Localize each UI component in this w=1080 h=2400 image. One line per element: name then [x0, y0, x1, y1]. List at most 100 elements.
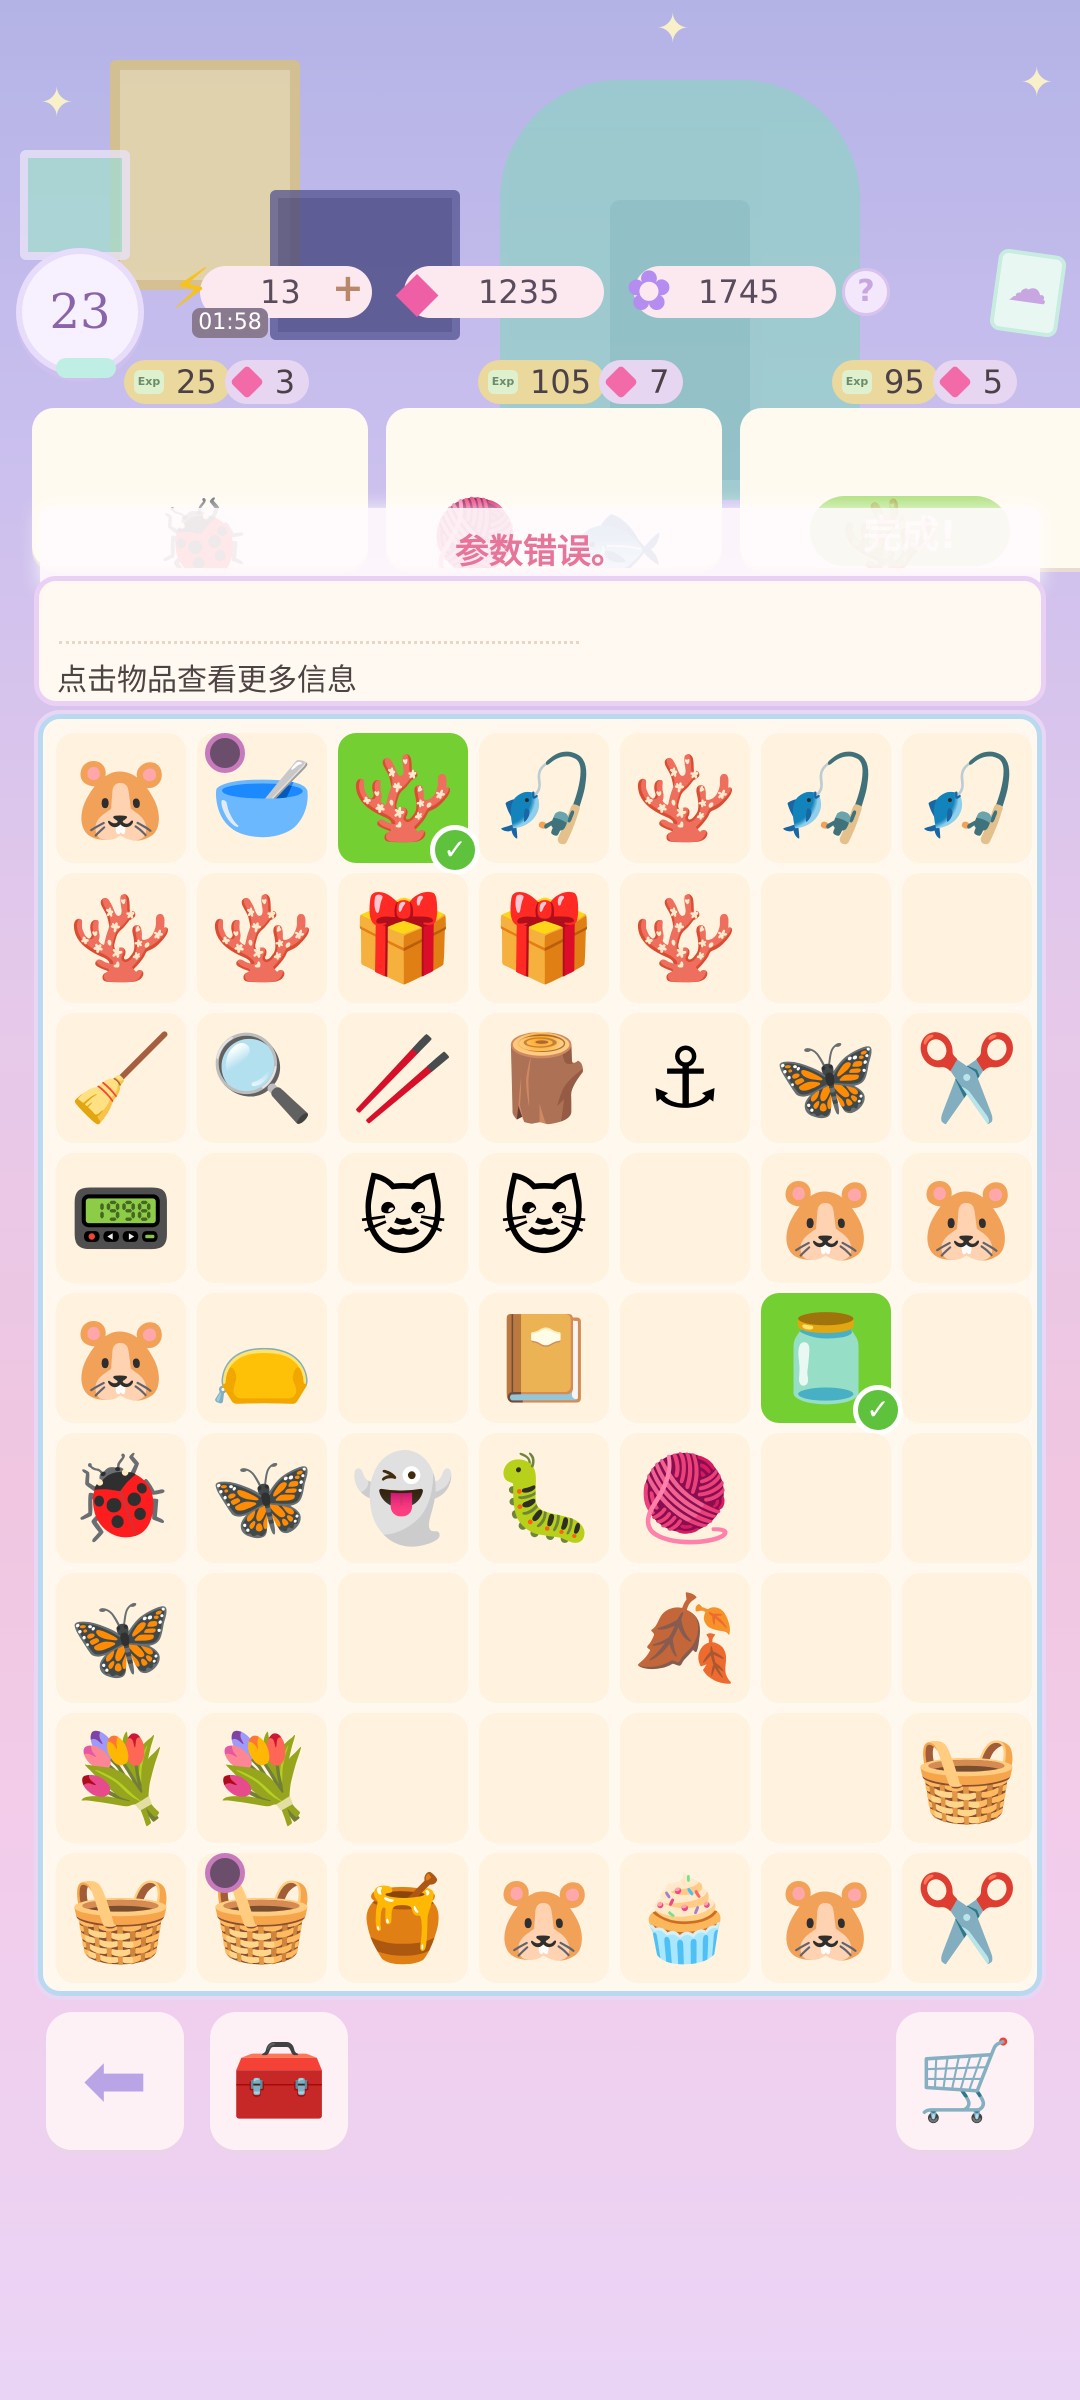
gift-box-icon: 🎁 [491, 888, 597, 987]
back-button[interactable]: ⬅ [46, 2012, 184, 2150]
rainbow-star-icon: ✿ [625, 258, 673, 324]
cat-item[interactable]: 🐱 [479, 1153, 609, 1283]
wood-stand-item[interactable]: 🪵 [479, 1013, 609, 1143]
gift-box-item[interactable]: 🎁 [479, 873, 609, 1003]
butterfly-icon: 🦋 [209, 1448, 315, 1547]
jellyfish-item[interactable]: 👻 [338, 1433, 468, 1563]
fishing-rod-icon: 🎣 [491, 748, 597, 847]
firefly-jar-item[interactable]: 🫙 ✓ [761, 1293, 903, 1435]
gem-value: 7 [649, 363, 670, 401]
hamster-baby-icon: 🐹 [914, 1168, 1020, 1267]
gift-box-item[interactable]: 🎁 [338, 873, 468, 1003]
back-arrow-icon: ⬅ [82, 2036, 148, 2126]
notebook-item[interactable]: 📔 [479, 1293, 609, 1423]
scissors-item[interactable]: ✂️ [902, 1013, 1032, 1143]
scissors-item[interactable]: ✂️ [902, 1853, 1032, 1983]
coral-item[interactable]: 🪸 [197, 873, 327, 1003]
bowl-item[interactable]: 🥣 [197, 733, 327, 863]
leaf-item[interactable]: 🍂 [620, 1573, 750, 1703]
tamagotchi-item[interactable]: 📟 [56, 1153, 186, 1283]
coral-icon: 🪸 [68, 888, 174, 987]
small-coral-item[interactable]: 🪸 [620, 733, 750, 863]
basket-icon: 🧺 [914, 1728, 1020, 1827]
anchor-icon: ⚓ [647, 1029, 723, 1127]
hamster-reading-item[interactable]: 🐹 [56, 1293, 186, 1423]
star-decoration: ✦ [656, 6, 690, 52]
butterfly-icon: 🦋 [68, 1588, 174, 1687]
fishing-rod-item[interactable]: 🎣 [902, 733, 1032, 863]
lock-badge-icon [205, 1853, 245, 1893]
hamster-baby-item[interactable]: 🐹 [902, 1153, 1032, 1283]
empty-cell [620, 1713, 750, 1843]
firefly-pouch-item[interactable]: 👝 [197, 1293, 327, 1423]
coral-item[interactable]: 🪸 [56, 873, 186, 1003]
small-coral-icon: 🪸 [632, 748, 738, 847]
empty-cell [338, 1573, 468, 1703]
fishing-rod-item[interactable]: 🎣 [761, 733, 891, 863]
toolbox-icon: 🧰 [230, 2035, 328, 2126]
honey-jar-item[interactable]: 🍯 [338, 1853, 468, 1983]
brush-item[interactable]: 🧹 [56, 1013, 186, 1143]
check-icon: ✓ [430, 825, 480, 875]
butterfly-item[interactable]: 🦋 [761, 1013, 891, 1143]
mixer-item[interactable]: 🧁 [620, 1853, 750, 1983]
exp-value: 95 [884, 363, 925, 401]
hamster-sleeping-item[interactable]: 🐹 [761, 1853, 891, 1983]
coral-reef-icon: 🪸 [632, 888, 738, 987]
coral-reef-item[interactable]: 🪸 [620, 873, 750, 1003]
empty-cell [197, 1573, 327, 1703]
order-2-rewards: Exp 105 7 [478, 360, 684, 404]
hamster-reading-item[interactable]: 🐹 [479, 1853, 609, 1983]
butterfly-icon: 🦋 [773, 1028, 879, 1127]
hamster-sleeping-item[interactable]: 🐹 [56, 733, 186, 863]
ladybug-icon: 🐞 [68, 1448, 174, 1547]
bouquet-item[interactable]: 💐 [56, 1713, 186, 1843]
exp-icon: Exp [488, 370, 518, 394]
exp-value: 105 [530, 363, 592, 401]
empty-cell [902, 873, 1032, 1003]
gem-icon: ◆ [395, 258, 439, 324]
gem-icon [229, 365, 264, 399]
empty-cell [902, 1573, 1032, 1703]
empty-cell [902, 1293, 1032, 1423]
cocoon-icon: 🐛 [491, 1448, 597, 1547]
gem-reward: 7 [599, 360, 684, 404]
star-decoration: ✦ [1020, 60, 1054, 106]
flower-basket-icon: 🧺 [68, 1868, 174, 1967]
level-badge[interactable]: 23 [16, 248, 144, 378]
magnifier-item[interactable]: 🔍 [197, 1013, 327, 1143]
inventory-button[interactable]: 🧰 [210, 2012, 348, 2150]
shop-button[interactable]: 🛒 [896, 2012, 1034, 2150]
exp-reward: Exp 95 [832, 360, 939, 404]
basket-item[interactable]: 🧺 [902, 1713, 1032, 1843]
add-energy-button[interactable]: + [332, 266, 364, 310]
card-album-icon[interactable] [988, 247, 1068, 339]
shopping-cart-icon: 🛒 [916, 2035, 1014, 2126]
cat-icon: 🐱 [359, 1169, 447, 1267]
fishing-rod-icon: 🎣 [773, 748, 879, 847]
flower-basket-item[interactable]: 🧺 [56, 1853, 186, 1983]
lock-badge-icon [205, 733, 245, 773]
silk-item[interactable]: 🧶 [620, 1433, 750, 1563]
energy-value: 13 [260, 273, 301, 311]
coral-icon: 🪸 [209, 888, 315, 987]
cat-item[interactable]: 🐱 [338, 1153, 468, 1283]
anchor-item[interactable]: ⚓ [620, 1013, 750, 1143]
fishing-rod-item[interactable]: 🎣 [479, 733, 609, 863]
divider [59, 641, 579, 644]
empty-cell [761, 1433, 891, 1563]
hamster-baby-item[interactable]: 🐹 [761, 1153, 891, 1283]
tweezers-item[interactable]: 🥢 [338, 1013, 468, 1143]
butterfly-item[interactable]: 🦋 [56, 1573, 186, 1703]
coral-reef-item[interactable]: 🪸 ✓ [338, 733, 480, 875]
help-button[interactable]: ? [842, 268, 890, 316]
ladybug-item[interactable]: 🐞 [56, 1433, 186, 1563]
flower-basket-item[interactable]: 🧺 [197, 1853, 327, 1983]
exp-value: 25 [176, 363, 217, 401]
wood-stand-icon: 🪵 [491, 1028, 597, 1127]
info-hint: 点击物品查看更多信息 [57, 663, 357, 698]
cocoon-item[interactable]: 🐛 [479, 1433, 609, 1563]
butterfly-item[interactable]: 🦋 [197, 1433, 327, 1563]
gem-reward: 5 [932, 360, 1018, 404]
bouquet-item[interactable]: 💐 [197, 1713, 327, 1843]
